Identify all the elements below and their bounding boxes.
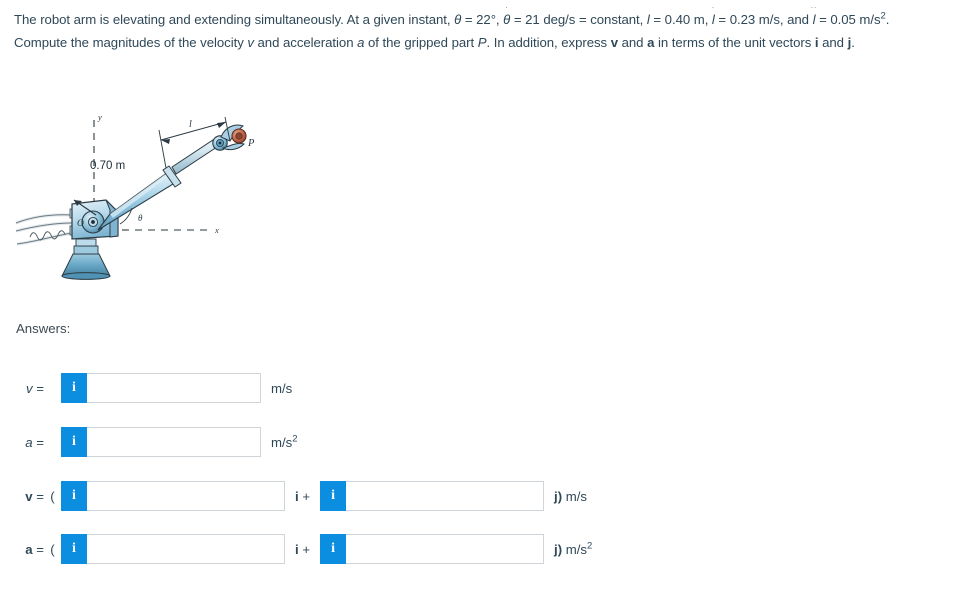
l-double-dot-symbol: ˙˙ l [810,5,818,32]
problem-text-segment: and [617,34,648,50]
angle-label: θ [138,213,143,223]
acceleration-magnitude-input[interactable] [87,427,261,457]
acceleration-magnitude-label: a = [25,434,44,450]
problem-text-segment: and acceleration [253,34,358,50]
y-axis-label: y [97,112,102,122]
base-collar-upper [75,238,97,247]
robot-arm-figure: y x O P 0.70 m l θ [14,96,260,290]
problem-text-segment: The robot arm is elevating and extending… [14,12,455,27]
problem-text-segment: = 0.40 m, [649,12,712,27]
problem-text-segment: . In addition, express [486,34,611,50]
problem-text-segment: of the gripped part [364,34,478,50]
length-label: l [189,119,192,130]
acceleration-magnitude-unit: m/s2 [271,433,298,450]
info-icon[interactable]: i [320,481,347,511]
gripped-part-bore [235,132,243,140]
info-icon[interactable]: i [320,534,347,564]
answer-row-velocity-vector: v = ( i i + i j) m/s [0,481,587,511]
open-paren: ( [50,541,55,557]
problem-statement: The robot arm is elevating and extending… [14,5,942,54]
pivot-center-dot [91,220,95,224]
info-icon[interactable]: i [61,534,87,564]
robot-base-foot [61,272,111,280]
velocity-vector-unit: j) m/s [554,488,588,504]
acceleration-vector-label: a = [25,541,44,557]
problem-text-segment: = 0.05 m/s [815,12,881,27]
info-icon[interactable]: i [61,427,87,457]
l-dot-accent: ˙ [712,5,716,15]
acceleration-vector-j-input[interactable] [346,534,545,564]
answer-row-velocity-magnitude: v = i m/s [0,373,292,403]
problem-text-segment: in terms of the unit vectors [654,34,815,50]
velocity-vector-j-input[interactable] [346,481,545,511]
velocity-vector-j-field-group: i [320,481,545,511]
velocity-vector-i-field-group: i [61,481,285,511]
x-axis-label: x [214,225,219,235]
l-dot-symbol: ˙ l [712,5,716,32]
problem-text-segment: . [851,34,855,50]
acceleration-vector-j-field-group: i [320,534,545,564]
origin-label: O [77,219,84,229]
acceleration-vector-i-field-group: i [61,534,285,564]
velocity-vector-label: v = [25,488,44,504]
velocity-magnitude-input[interactable] [87,373,261,403]
velocity-magnitude-unit: m/s [271,380,293,396]
theta-dot-symbol: ˙ θ [503,5,510,32]
l-double-dot-accent: ˙˙ [810,5,818,15]
problem-text-segment: = 21 deg/s = constant, [510,12,647,27]
problem-text-segment: = 22°, [461,12,504,27]
unit-exponent: 2 [587,540,593,552]
answer-row-acceleration-magnitude: a = i m/s2 [0,427,298,457]
velocity-vector-symbol: v [610,34,618,50]
theta-dot-accent: ˙ [505,5,509,15]
base-collar-lower [73,245,99,255]
acceleration-vector-i-input[interactable] [87,534,285,564]
problem-text-segment: = 0.23 m/s, and [714,12,813,27]
problem-text-segment: and [818,34,848,50]
acceleration-magnitude-field-group: i [61,427,261,457]
velocity-vector-i-input[interactable] [87,481,285,511]
i-plus-separator: i + [295,488,311,504]
point-p-label: P [247,138,255,149]
acceleration-vector-unit: j) m/s2 [554,540,593,557]
info-icon[interactable]: i [61,373,87,403]
unit-exponent: 2 [292,433,298,445]
answers-heading: Answers: [16,321,71,336]
dimension-label-070: 0.70 m [90,160,125,172]
i-plus-separator: i + [295,541,311,557]
info-icon[interactable]: i [61,481,87,511]
velocity-magnitude-label: v = [26,380,44,396]
open-paren: ( [50,488,55,504]
wrist-center-dot [218,141,222,145]
answer-row-acceleration-vector: a = ( i i + i j) m/s2 [0,534,592,564]
velocity-magnitude-field-group: i [61,373,261,403]
